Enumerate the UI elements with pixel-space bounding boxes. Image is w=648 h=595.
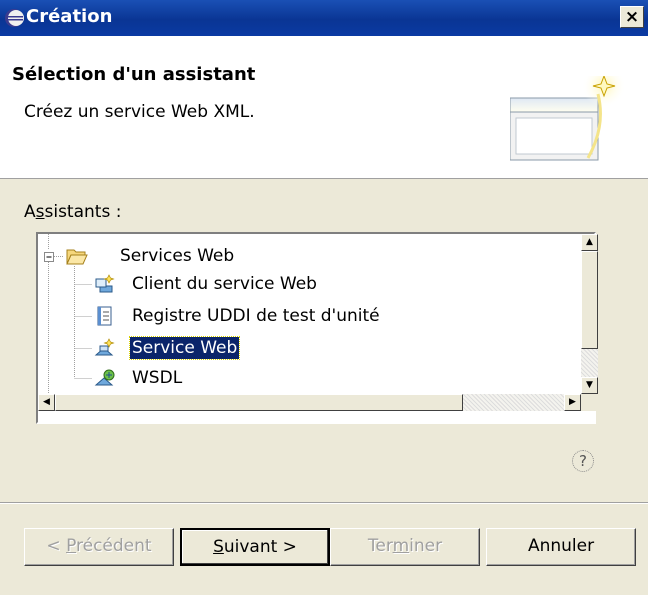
- eclipse-app-icon: [5, 9, 24, 27]
- web-service-client-icon: [95, 274, 115, 293]
- document-icon: [97, 306, 112, 326]
- finish-button[interactable]: Terminer: [330, 528, 480, 566]
- title-bar: Création ×: [0, 0, 648, 36]
- next-button[interactable]: Suivant >: [180, 528, 330, 566]
- window-title: Création: [26, 6, 113, 27]
- scroll-left-button[interactable]: ◀: [38, 394, 55, 411]
- folder-open-icon: [66, 249, 88, 265]
- new-wizard-banner-icon: [510, 76, 626, 161]
- scroll-up-button[interactable]: ▲: [581, 234, 598, 251]
- vertical-scroll-thumb[interactable]: [581, 251, 598, 349]
- arrow-right-icon: ▶: [569, 397, 576, 407]
- previous-button[interactable]: < Précédent: [24, 528, 174, 566]
- wsdl-icon: [94, 369, 115, 386]
- cancel-button[interactable]: Annuler: [486, 528, 636, 566]
- close-icon: ×: [624, 7, 640, 27]
- wizard-header: Sélection d'un assistant Créez un servic…: [0, 36, 648, 179]
- tree-item-label: Client du service Web: [132, 274, 317, 294]
- horizontal-scroll-thumb[interactable]: [55, 394, 463, 411]
- wizards-label: Assistants :: [24, 202, 122, 222]
- scroll-down-button[interactable]: ▼: [581, 377, 598, 394]
- vertical-scrollbar[interactable]: ▲ ▼: [581, 234, 598, 394]
- horizontal-scrollbar[interactable]: ◀ ▶: [38, 394, 581, 411]
- tree-item-label: Registre UDDI de test d'unité: [132, 306, 380, 326]
- header-description: Créez un service Web XML.: [24, 102, 255, 122]
- help-button[interactable]: ?: [572, 450, 594, 472]
- help-icon: ?: [579, 452, 587, 470]
- tree-item-label: WSDL: [132, 368, 183, 388]
- web-service-icon: [94, 338, 115, 356]
- close-button[interactable]: ×: [620, 6, 644, 28]
- tree-item-label: Services Web: [120, 246, 235, 266]
- button-separator: [0, 502, 648, 504]
- tree-item-label: Service Web: [128, 336, 241, 360]
- tree-viewport: Services Web Client du service Web Regis…: [38, 234, 581, 394]
- arrow-down-icon: ▼: [586, 380, 593, 390]
- scroll-corner: [581, 394, 598, 411]
- header-title: Sélection d'un assistant: [12, 64, 256, 85]
- wizard-tree[interactable]: Services Web Client du service Web Regis…: [36, 232, 598, 424]
- arrow-left-icon: ◀: [43, 397, 50, 407]
- arrow-up-icon: ▲: [586, 237, 593, 247]
- scroll-right-button[interactable]: ▶: [564, 394, 581, 411]
